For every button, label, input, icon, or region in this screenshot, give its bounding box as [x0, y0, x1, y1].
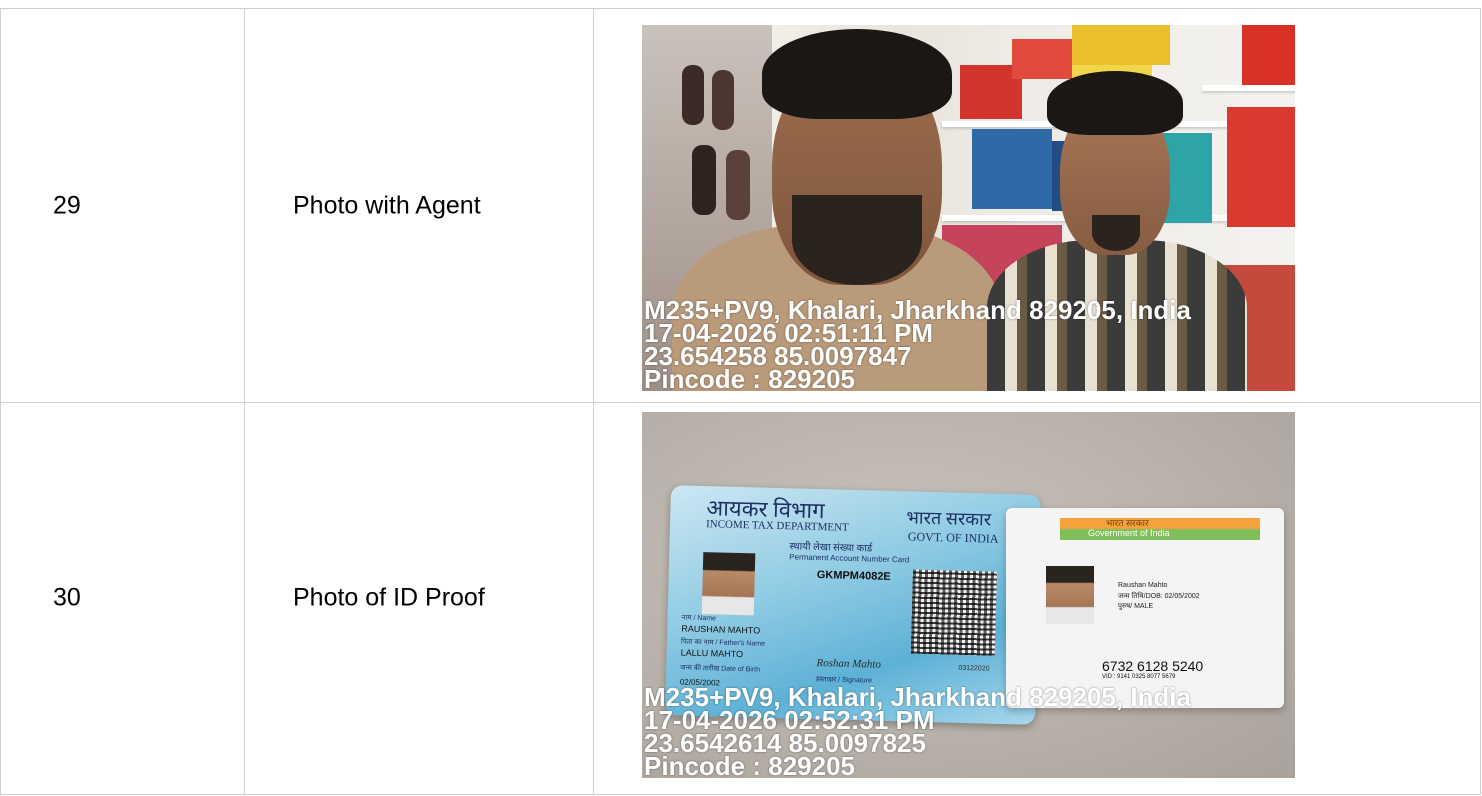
pan-govt-english: GOVT. OF INDIA	[907, 529, 999, 546]
aadhaar-number: 6732 6128 5240	[1102, 658, 1204, 674]
pan-code: 03122020	[958, 664, 990, 673]
agent-photo[interactable]: M235+PV9, Khalari, Jharkhand 829205, Ind…	[642, 25, 1295, 391]
row-number: 29	[53, 191, 81, 219]
geotag-overlay: M235+PV9, Khalari, Jharkhand 829205, Ind…	[644, 297, 1295, 391]
aadhaar-gender: पुरुष/ MALE	[1118, 603, 1154, 610]
row-number-cell: 30	[0, 402, 245, 794]
agent-hair	[762, 29, 952, 119]
row-number-cell: 29	[0, 9, 245, 402]
pan-title-english: Permanent Account Number Card	[789, 552, 910, 565]
customer-hair	[1047, 71, 1183, 135]
pan-dept-english: INCOME TAX DEPARTMENT	[705, 518, 849, 534]
aadhaar-dob: जन्म तिथि/DOB: 02/05/2002	[1118, 593, 1200, 600]
shoe-box	[1242, 25, 1295, 85]
row-label-cell: Photo with Agent	[244, 9, 594, 402]
customer-beard	[1092, 215, 1140, 251]
table-row: 30 Photo of ID Proof आयकर विभाग INCOME T…	[0, 402, 1481, 795]
pan-govt-hindi: भारत सरकार	[906, 507, 992, 530]
qr-code	[910, 569, 997, 656]
row-number: 30	[53, 583, 81, 612]
pan-name-label: नाम / Name	[681, 614, 717, 623]
shoe-box	[1072, 25, 1170, 65]
photo-cell: M235+PV9, Khalari, Jharkhand 829205, Ind…	[593, 9, 1481, 402]
pan-photo	[701, 552, 756, 616]
geotag-pincode: Pincode : 829205	[644, 364, 855, 391]
photo-cell: आयकर विभाग INCOME TAX DEPARTMENT भारत सर…	[593, 402, 1481, 794]
aadhaar-vid: VID : 9141 0325 8077 5679	[1102, 674, 1176, 680]
shelf	[1202, 85, 1295, 91]
aadhaar-photo	[1046, 566, 1094, 624]
pan-number: GKMPM4082E	[816, 569, 891, 583]
pan-dob-label: जन्म की तारीख Date of Birth	[680, 664, 761, 674]
table-row: 29 Photo with Agent M235+PV9, Khalari, J…	[0, 9, 1481, 403]
row-label: Photo with Agent	[293, 191, 481, 219]
geotag-pincode: Pincode : 829205	[644, 751, 855, 778]
slipper	[726, 150, 750, 220]
pan-signature: Roshan Mahto	[816, 657, 882, 671]
slipper	[692, 145, 716, 215]
row-label: Photo of ID Proof	[293, 583, 485, 612]
agent-beard	[792, 195, 922, 285]
geotag-overlay: M235+PV9, Khalari, Jharkhand 829205, Ind…	[644, 684, 1295, 778]
aadhaar-govt-english: Government of India	[1088, 528, 1170, 538]
row-label-cell: Photo of ID Proof	[244, 402, 594, 794]
pan-father: LALLU MAHTO	[680, 647, 744, 660]
pan-name: RAUSHAN MAHTO	[681, 623, 761, 636]
id-proof-photo[interactable]: आयकर विभाग INCOME TAX DEPARTMENT भारत सर…	[642, 412, 1295, 778]
shoe-box	[972, 129, 1052, 209]
slipper	[712, 70, 734, 130]
shoe-box	[1012, 39, 1072, 79]
aadhaar-name: Raushan Mahto	[1118, 582, 1168, 589]
details-table: 29 Photo with Agent M235+PV9, Khalari, J…	[0, 8, 1481, 796]
slipper	[682, 65, 704, 125]
aadhaar-card: भारत सरकार Government of India Raushan M…	[1006, 508, 1284, 708]
shoe-box	[1227, 107, 1295, 227]
